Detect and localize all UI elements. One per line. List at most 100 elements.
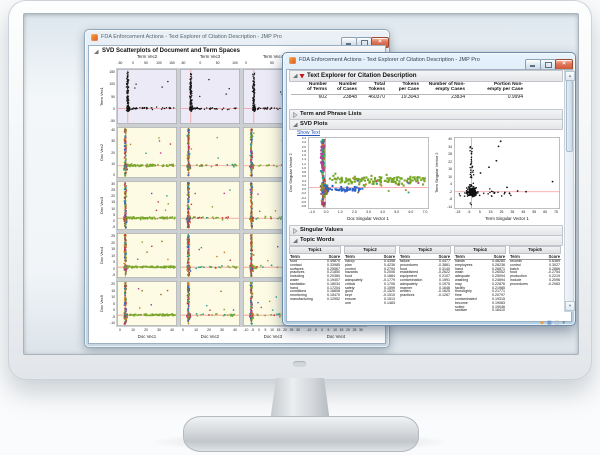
- disclosure-open-icon[interactable]: [292, 122, 298, 128]
- axis-tick-label: 10: [131, 328, 135, 332]
- outline-root-header[interactable]: Text Explorer for Citation Description: [289, 70, 563, 82]
- axis-tick-label: 1.0: [338, 210, 343, 214]
- matrix-cell-r2-c1[interactable]: [117, 127, 177, 178]
- axis-tick-label: 34: [439, 145, 452, 149]
- disclosure-open-icon[interactable]: [292, 73, 298, 79]
- topic-term: one: [345, 302, 351, 306]
- section-svd-plots[interactable]: SVD Plots: [289, 119, 563, 130]
- minimize-icon: [530, 65, 535, 67]
- summary-header-line2: empty Cases: [419, 87, 465, 92]
- power-button[interactable]: [293, 361, 306, 367]
- axis-tick-label: 25: [353, 328, 357, 332]
- summary-header-line2: Tokens: [357, 87, 385, 92]
- axis-tick-label: 20: [93, 282, 115, 286]
- axis-tick-label: -10: [93, 321, 115, 325]
- axis-tick-label: 10: [194, 328, 198, 332]
- summary-header-line2: per Case: [385, 87, 419, 92]
- axis-tick-label: 22: [439, 160, 452, 164]
- axis-tick-label: 5: [328, 328, 330, 332]
- axis-tick-label: 50: [270, 61, 274, 65]
- section-label: Term and Phrase Lists: [300, 110, 362, 119]
- show-text-link[interactable]: Show Text: [297, 130, 320, 136]
- doc-svd-plot[interactable]: [308, 137, 429, 209]
- matrix-cell-r3-c1[interactable]: [117, 181, 177, 230]
- topic-term: procedures: [510, 283, 528, 287]
- matrix-cell-r3-c2[interactable]: [180, 181, 240, 230]
- axis-tick-label: 50: [216, 61, 220, 65]
- axis-tick-label: 10: [93, 207, 115, 211]
- caret-icon[interactable]: ▾: [562, 320, 565, 326]
- axis-tick-label: 25: [93, 234, 115, 238]
- axis-tick-label: -10: [244, 328, 249, 332]
- axis-tick-label: 20: [346, 328, 350, 332]
- axis-tick-label: -5: [314, 328, 317, 332]
- topic-table-Topic4: Topic4TermScorehands0.48280employees0.28…: [454, 246, 506, 311]
- matrix-cell-r2-c2[interactable]: [180, 127, 240, 178]
- jmp-app-icon: [289, 57, 296, 64]
- axis-tick-label: -5: [93, 225, 115, 229]
- grid-icon[interactable]: ▦: [547, 320, 552, 326]
- axis-tick-label: 5.0: [394, 210, 399, 214]
- axis-tick-label: 7.0: [423, 210, 428, 214]
- topic-table-Topic3: Topic3TermScorefailure0.4477procedures-0…: [399, 246, 451, 311]
- disclosure-closed-icon[interactable]: [292, 228, 298, 234]
- axis-tick-label: 50: [93, 95, 115, 99]
- summary-value: 19.3043: [385, 94, 419, 100]
- axis-tick-label: 0: [199, 61, 201, 65]
- matrix-cell-r5-c2[interactable]: [180, 281, 240, 326]
- axis-tick-label: 55: [532, 210, 536, 214]
- axis-tick-label: 0: [182, 328, 184, 332]
- disclosure-open-icon[interactable]: [93, 49, 99, 55]
- summary-value: 0.9994: [465, 94, 523, 100]
- axis-tick-label: 0: [93, 219, 115, 223]
- axis-tick-label: -5: [251, 328, 254, 332]
- axis-tick-label: -2: [439, 190, 452, 194]
- close-icon: ×: [556, 60, 572, 68]
- topic-score: -0.1267: [438, 294, 450, 298]
- matrix-cell-r4-c1[interactable]: [117, 233, 177, 278]
- red-triangle-menu-icon[interactable]: [299, 73, 305, 79]
- topic-name-header: Topic2: [344, 246, 396, 254]
- vertical-scrollbar[interactable]: ▲ ▼: [564, 70, 574, 312]
- axis-tick-label: 28: [439, 152, 452, 156]
- section-label: SVD Plots: [300, 120, 328, 129]
- section-label: Topic Words: [300, 236, 335, 245]
- matrix-cell-r1-c2[interactable]: [180, 69, 240, 124]
- window-title[interactable]: FDA Enforcement Actions - Text Explorer …: [299, 53, 480, 68]
- matrix-top-axis-label: Term Vec3: [180, 54, 240, 59]
- axis-tick-label: -10: [307, 328, 312, 332]
- axis-tick-label: 0: [245, 61, 247, 65]
- topic-table-Topic5: Topic5TermScorerecords0.6369control0.302…: [509, 246, 561, 311]
- section-topic-words[interactable]: Topic Words: [289, 235, 563, 246]
- scrollbar-thumb[interactable]: [566, 80, 573, 152]
- axis-tick-label: 10: [333, 328, 337, 332]
- axis-tick-label: 20: [207, 328, 211, 332]
- axis-tick-label: 40: [93, 128, 115, 132]
- matrix-cell-r4-c2[interactable]: [180, 233, 240, 278]
- matrix-cell-r1-c1[interactable]: [117, 69, 177, 124]
- topic-row: sanitize0.18410: [454, 309, 506, 311]
- window-title[interactable]: FDA Enforcement Actions - Text Explorer …: [101, 30, 282, 45]
- topic-term: sanitize: [455, 309, 467, 311]
- matrix-cell-r5-c1[interactable]: [117, 281, 177, 326]
- matrix-bottom-axis-label: Doc Vec3: [243, 334, 303, 339]
- axis-tick-label: 30: [93, 139, 115, 143]
- matrix-bottom-axis-label: Doc Vec1: [117, 334, 177, 339]
- axis-tick-label: 75: [554, 210, 558, 214]
- axis-tick-label: 100: [93, 82, 115, 86]
- scroll-down-arrow-icon[interactable]: ▼: [565, 301, 575, 311]
- status-icons: ◆▦▢▾: [537, 311, 565, 329]
- matrix-bottom-axis-label: Doc Vec4: [306, 334, 366, 339]
- axis-tick-label: 10: [270, 328, 274, 332]
- term-svd-plot[interactable]: [454, 137, 560, 209]
- window-text-explorer[interactable]: FDA Enforcement Actions - Text Explorer …: [282, 52, 576, 326]
- box-icon[interactable]: ▢: [555, 320, 560, 326]
- axis-tick-label: 15: [340, 328, 344, 332]
- disclosure-open-icon[interactable]: [292, 238, 298, 244]
- topic-term: manufacturing: [290, 298, 313, 302]
- diamond-icon[interactable]: ◆: [540, 320, 544, 326]
- axis-tick-label: 150: [93, 70, 115, 74]
- disclosure-closed-icon[interactable]: [292, 112, 298, 118]
- axis-tick-label: 0: [93, 107, 115, 111]
- axis-tick-label: 0: [258, 328, 260, 332]
